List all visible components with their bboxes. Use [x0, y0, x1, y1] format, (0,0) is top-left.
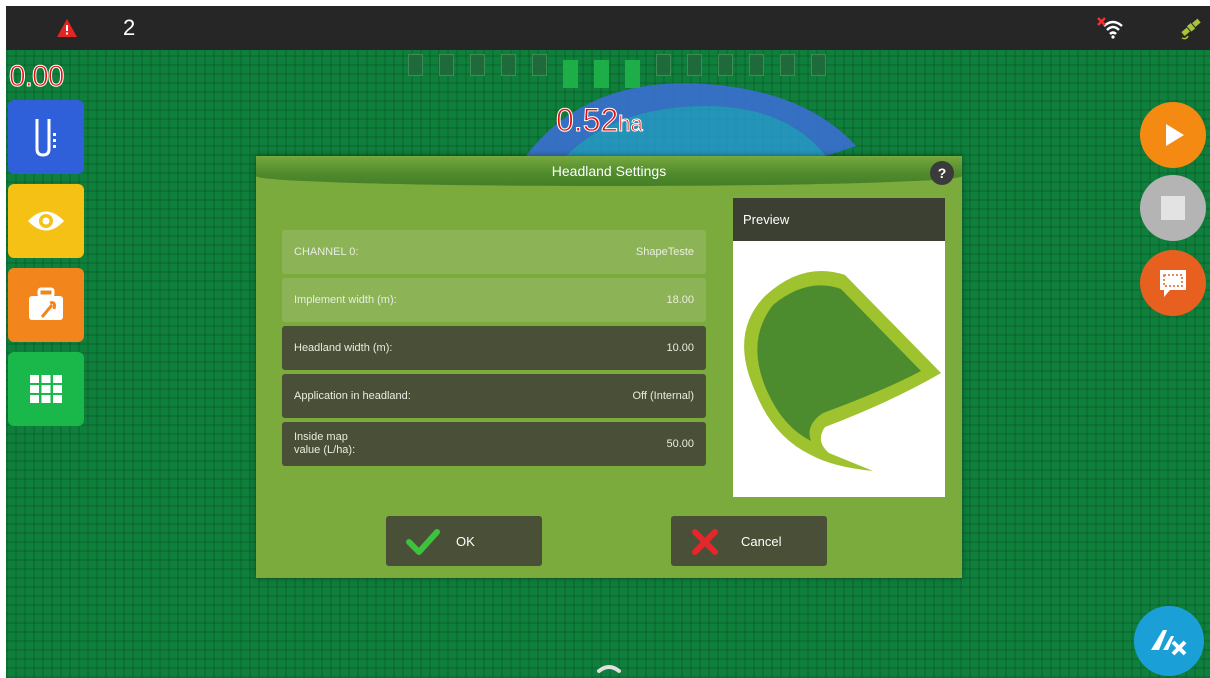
section-indicator	[625, 60, 640, 88]
grid-icon	[30, 375, 62, 403]
map-screen[interactable]: 2 0.00 0.52ha Headland Settings ? CHANNE…	[6, 6, 1210, 678]
implement-button[interactable]	[8, 100, 84, 174]
area-readout: 0.52ha	[555, 102, 644, 139]
application-in-headland-value: Off (Internal)	[632, 390, 694, 402]
brand-logo-icon	[1151, 630, 1187, 656]
play-button[interactable]	[1140, 102, 1206, 168]
section-indicator	[594, 60, 609, 88]
inside-map-value-label-text: Inside map value (L/ha):	[294, 431, 356, 456]
inside-map-value-label: Inside map value (L/ha):	[294, 422, 355, 466]
preview-header: Preview	[733, 198, 945, 241]
implement-width-row[interactable]: Implement width (m): 18.00	[282, 278, 706, 322]
section-indicator	[656, 54, 671, 76]
headland-width-value: 10.00	[666, 342, 694, 354]
section-indicator	[749, 54, 764, 76]
cancel-label: Cancel	[741, 534, 782, 549]
section-indicator	[439, 54, 454, 76]
implement-icon	[35, 119, 56, 157]
checkmark-icon	[406, 529, 440, 555]
tools-button[interactable]	[8, 268, 84, 342]
section-indicator	[780, 54, 795, 76]
section-indicator	[501, 54, 516, 76]
inside-map-value-value: 50.00	[666, 438, 694, 450]
channel-label: CHANNEL 0:	[294, 245, 359, 258]
cancel-button[interactable]: Cancel	[671, 516, 827, 566]
section-indicator	[718, 54, 733, 76]
preview-panel: Preview	[733, 198, 945, 497]
alert-count: 2	[123, 15, 136, 40]
help-button[interactable]: ?	[930, 161, 954, 185]
apps-button[interactable]	[8, 352, 84, 426]
stop-button[interactable]	[1140, 175, 1206, 241]
status-bar: 2	[6, 6, 1210, 50]
section-indicator	[532, 54, 547, 76]
headland-width-label: Headland width (m):	[294, 341, 393, 354]
wifi-disconnected-icon[interactable]	[1096, 16, 1130, 40]
speed-readout: 0.00	[8, 60, 64, 94]
implement-width-value: 18.00	[666, 294, 694, 306]
headland-preview-shape	[744, 271, 941, 471]
stop-icon	[1161, 196, 1185, 220]
area-value: 0.52	[555, 102, 619, 139]
headland-width-row[interactable]: Headland width (m): 10.00	[282, 326, 706, 370]
preview-title: Preview	[743, 212, 790, 227]
section-indicator	[811, 54, 826, 76]
headland-settings-dialog: Headland Settings ? CHANNEL 0: ShapeTest…	[256, 156, 962, 578]
toolbox-icon	[29, 287, 63, 320]
section-indicator	[563, 60, 578, 88]
gps-satellite-icon[interactable]	[1178, 14, 1204, 42]
field-boundary-icon	[1160, 270, 1186, 297]
eye-icon	[28, 211, 64, 231]
brand-logo-button[interactable]	[1134, 606, 1204, 676]
application-in-headland-row[interactable]: Application in headland: Off (Internal)	[282, 374, 706, 418]
warning-icon[interactable]	[56, 18, 78, 38]
inside-map-value-row[interactable]: Inside map value (L/ha): 50.00	[282, 422, 706, 466]
section-indicator	[408, 54, 423, 76]
section-indicator	[687, 54, 702, 76]
area-unit: ha	[618, 111, 644, 137]
chevron-up-icon[interactable]	[596, 662, 622, 674]
ok-button[interactable]: OK	[386, 516, 542, 566]
channel-value: ShapeTeste	[635, 246, 694, 258]
cross-icon	[692, 529, 718, 555]
view-button[interactable]	[8, 184, 84, 258]
field-boundary-button[interactable]	[1140, 250, 1206, 316]
play-icon	[1166, 124, 1184, 146]
section-indicator	[470, 54, 485, 76]
channel-row[interactable]: CHANNEL 0: ShapeTeste	[282, 230, 706, 274]
application-in-headland-label: Application in headland:	[294, 389, 411, 402]
implement-width-label: Implement width (m):	[294, 293, 397, 306]
dialog-title: Headland Settings	[551, 163, 667, 179]
ok-label: OK	[456, 534, 475, 549]
